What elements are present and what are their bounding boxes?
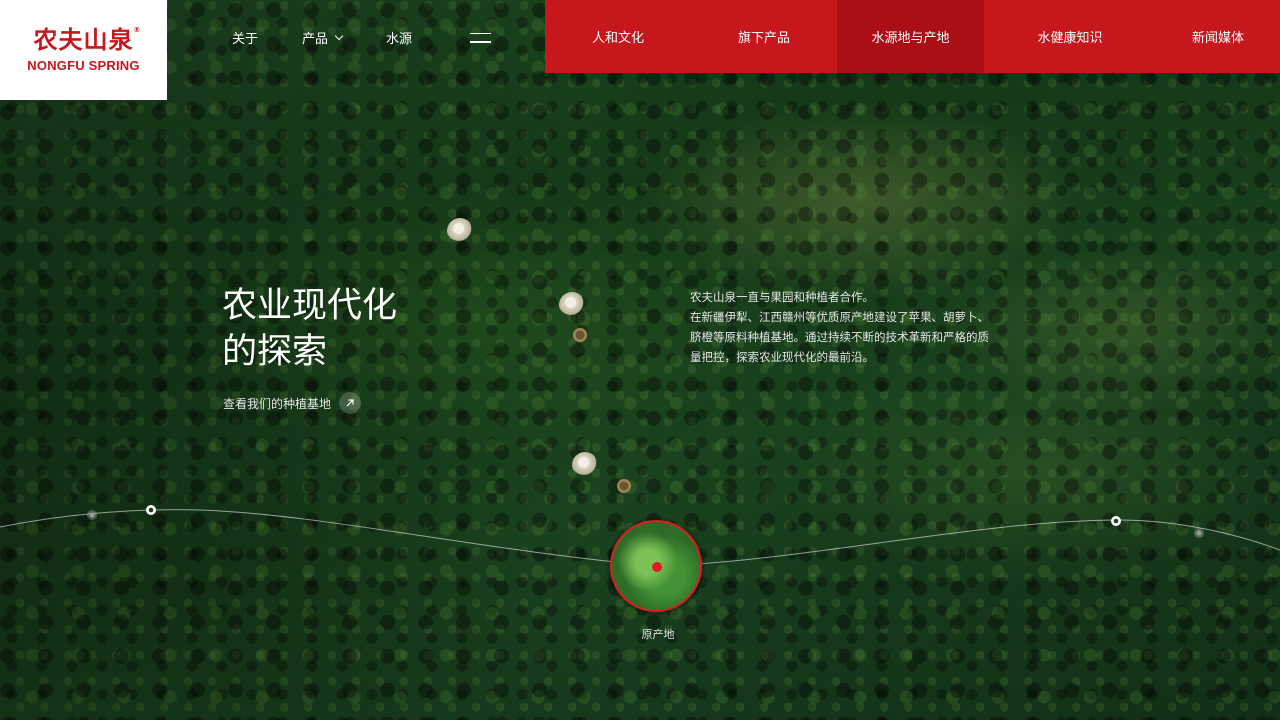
page-title-line1: 农业现代化 (222, 286, 398, 326)
tab-products[interactable]: 旗下产品 (691, 0, 837, 73)
view-plantation-link[interactable]: 查看我们的种植基地 (223, 392, 362, 414)
tab-label: 旗下产品 (737, 31, 790, 46)
brand-logo-en: NONGFU SPRING (27, 57, 140, 73)
field-basket (573, 328, 587, 342)
timeline-node[interactable] (1111, 516, 1121, 526)
description-line: 量把控，探索农业现代化的最前沿。 (690, 350, 874, 364)
timeline-active-label: 原产地 (641, 628, 675, 641)
brand-logo-cn: 农夫山泉 ® (33, 25, 142, 54)
tab-label: 人和文化 (591, 31, 644, 46)
top-nav: 关于 产品 水源 (232, 28, 492, 47)
tab-water-health[interactable]: 水健康知识 (984, 0, 1156, 73)
secondary-nav: 人和文化 旗下产品 水源地与产地 水健康知识 新闻媒体 (545, 0, 1280, 73)
arrow-up-right-icon (339, 392, 362, 414)
timeline-node[interactable] (1194, 528, 1204, 538)
nav-item-label: 产品 (302, 32, 329, 47)
tab-label: 水健康知识 (1037, 31, 1103, 46)
description-line: 脐橙等原料种植基地。通过持续不断的技术革新和严格的质 (690, 330, 989, 344)
chevron-down-icon (334, 31, 344, 40)
brand-logo[interactable]: 农夫山泉 ® NONGFU SPRING (0, 0, 167, 100)
tab-water-source-origin[interactable]: 水源地与产地 (837, 0, 984, 73)
description-line: 在新疆伊犁、江西赣州等优质原产地建设了苹果、胡萝卜、 (690, 310, 989, 324)
tab-culture[interactable]: 人和文化 (545, 0, 691, 73)
cta-label: 查看我们的种植基地 (223, 396, 332, 411)
tab-label: 新闻媒体 (1191, 31, 1244, 46)
tab-label: 水源地与产地 (871, 31, 950, 46)
page-title-line2: 的探索 (222, 332, 328, 372)
description-line: 农夫山泉一直与果园和种植者合作。 (690, 290, 874, 304)
hamburger-menu-icon[interactable] (470, 32, 492, 43)
hero-description: 农夫山泉一直与果园和种植者合作。 在新疆伊犁、江西赣州等优质原产地建设了苹果、胡… (690, 287, 1010, 367)
timeline-node[interactable] (87, 510, 97, 520)
field-worker-hat (559, 292, 585, 318)
page-title: 农业现代化 的探索 (222, 283, 397, 375)
timeline-node[interactable] (146, 505, 156, 515)
nav-item-label: 关于 (232, 32, 259, 47)
active-node-dot (652, 562, 662, 572)
nav-item-label: 水源 (386, 32, 413, 47)
nav-item-about[interactable]: 关于 (232, 28, 258, 47)
nav-item-water-source[interactable]: 水源 (386, 28, 412, 47)
field-worker-hat (447, 218, 473, 244)
nav-item-products[interactable]: 产品 (302, 28, 344, 47)
tab-news-media[interactable]: 新闻媒体 (1156, 0, 1280, 73)
